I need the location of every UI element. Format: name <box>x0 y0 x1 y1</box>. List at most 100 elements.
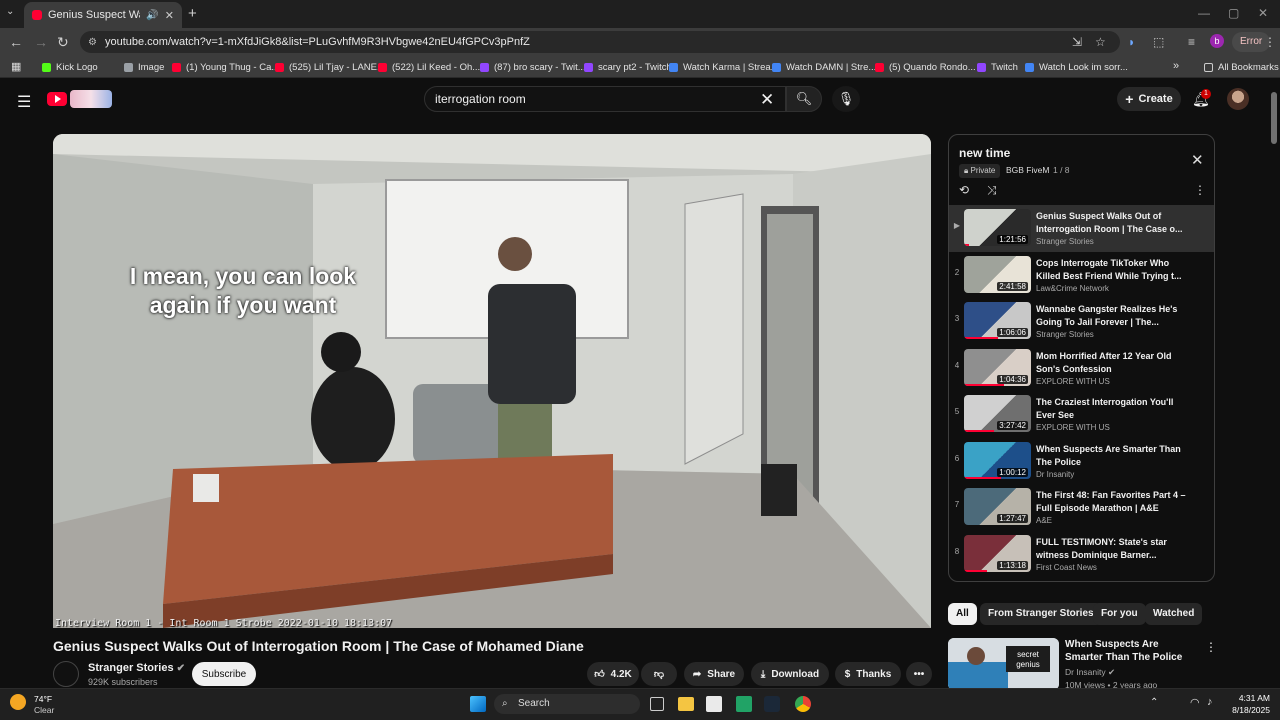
youtube-logo-icon[interactable] <box>47 92 67 106</box>
filter-chip[interactable]: From Stranger Stories <box>980 603 1102 625</box>
video-player[interactable]: I mean, you can look again if you want I… <box>53 134 931 628</box>
related-channel[interactable]: Dr Insanity ✔ <box>1065 667 1115 678</box>
chrome-icon[interactable] <box>795 696 811 712</box>
minimize-icon[interactable]: — <box>1198 6 1210 20</box>
extensions-icon[interactable]: ⬚ <box>1153 35 1164 49</box>
tab-list-icon[interactable]: ⌄ <box>6 6 14 17</box>
address-bar[interactable]: ⚙ youtube.com/watch?v=1-mXfdJiGk8&list=P… <box>80 31 1120 53</box>
back-icon[interactable]: ← <box>9 34 23 50</box>
bookmark-item[interactable]: (1) Young Thug - Ca... <box>172 56 279 78</box>
bookmark-item[interactable]: (522) Lil Keed - Oh... <box>378 56 480 78</box>
duration-badge: 3:27:42 <box>997 421 1028 430</box>
voice-search-button[interactable]: 🎙︎ <box>832 86 860 112</box>
bookmark-item[interactable]: Twitch <box>977 56 1018 78</box>
close-window-icon[interactable]: ✕ <box>1258 6 1268 20</box>
taskbar-search[interactable]: ⌕ Search <box>494 694 640 714</box>
like-button[interactable]: 👍︎ 4.2K <box>587 662 639 686</box>
start-icon[interactable] <box>470 696 486 712</box>
bookmark-item[interactable]: Watch DAMN | Stre... <box>772 56 876 78</box>
playlist-thumbnail[interactable]: 1:04:36 <box>964 348 1031 386</box>
reload-icon[interactable]: ↻ <box>57 34 69 51</box>
playlist-thumbnail[interactable]: 1:00:12 <box>964 441 1031 479</box>
media-controls-icon[interactable]: ≡ <box>1188 35 1195 49</box>
playlist-item[interactable]: 7 1:27:47 The First 48: Fan Favorites Part… <box>949 484 1214 531</box>
bookmark-item[interactable]: Watch Karma | Strea... <box>669 56 779 78</box>
playlist-title[interactable]: new time <box>959 146 1010 160</box>
bookmarks-overflow-icon[interactable]: » <box>1173 60 1179 72</box>
close-playlist-icon[interactable]: ✕ <box>1191 151 1204 169</box>
file-explorer-icon[interactable] <box>678 697 694 711</box>
wifi-icon[interactable]: ◠ <box>1190 696 1200 709</box>
bookmark-item[interactable]: (87) bro scary - Twit... <box>480 56 586 78</box>
related-thumbnail[interactable]: secret genius <box>948 638 1059 690</box>
bookmark-star-icon[interactable]: ☆ <box>1095 35 1106 49</box>
filter-chip[interactable]: All <box>948 603 977 625</box>
install-app-icon[interactable]: ⇲ <box>1072 35 1082 49</box>
more-actions-button[interactable]: ••• <box>906 662 932 686</box>
related-title[interactable]: When Suspects Are Smarter Than The Polic… <box>1065 638 1195 664</box>
youtube-doodle[interactable] <box>70 90 112 108</box>
all-bookmarks-folder[interactable]: All Bookmarks <box>1204 56 1279 78</box>
weather-icon[interactable] <box>10 694 26 710</box>
playlist-thumbnail[interactable]: 1:27:47 <box>964 488 1031 525</box>
bookmark-item[interactable]: Kick Logo <box>42 56 98 78</box>
playlist-item[interactable]: 3 1:06:06 Wannabe Gangster Realizes He's G… <box>949 298 1214 345</box>
subscribe-button[interactable]: Subscribe <box>192 662 256 686</box>
steam-icon[interactable] <box>764 696 780 712</box>
playlist-item[interactable]: 5 3:27:42 The Craziest Interrogation You'l… <box>949 391 1214 438</box>
extension-translate-icon[interactable]: ◗ <box>1128 35 1135 49</box>
tray-overflow-icon[interactable]: ⌃ <box>1150 697 1158 708</box>
clock-time[interactable]: 4:31 AM <box>1226 693 1270 703</box>
account-avatar[interactable] <box>1227 88 1249 110</box>
playlist-item[interactable]: 4 1:04:36 Mom Horrified After 12 Year Old … <box>949 345 1214 392</box>
volume-icon[interactable]: ♪ <box>1207 696 1213 708</box>
speaker-icon[interactable]: 🔊 <box>146 10 158 21</box>
hamburger-menu-icon[interactable]: ☰ <box>17 92 31 112</box>
site-info-icon[interactable]: ⚙ <box>88 37 97 48</box>
playlist-thumbnail[interactable]: 2:41:58 <box>964 255 1031 293</box>
create-button[interactable]: + Create <box>1117 87 1181 111</box>
forward-icon[interactable]: → <box>34 34 48 50</box>
tab-close-icon[interactable]: ✕ <box>165 9 174 22</box>
playlist-item[interactable]: 8 1:13:18 FULL TESTIMONY: State's star wit… <box>949 531 1214 578</box>
notion-icon[interactable] <box>706 696 722 712</box>
playlist-thumbnail[interactable]: 1:13:18 <box>964 534 1031 572</box>
thanks-button[interactable]: $ Thanks <box>835 662 901 686</box>
dislike-button[interactable]: 👎︎ <box>641 662 677 686</box>
maximize-icon[interactable]: ▢ <box>1228 6 1239 20</box>
page-scrollbar[interactable] <box>1271 92 1277 144</box>
bookmark-item[interactable]: Image <box>124 56 164 78</box>
search-button[interactable]: 🔍︎ <box>786 86 822 112</box>
loop-icon[interactable]: ⟲ <box>959 183 969 197</box>
channel-avatar[interactable] <box>53 661 79 687</box>
download-button[interactable]: ⤓ Download <box>751 662 829 686</box>
playlist-thumbnail[interactable]: 1:06:06 <box>964 302 1031 339</box>
related-menu-icon[interactable]: ⋮ <box>1205 640 1217 654</box>
playlist-owner[interactable]: BGB FiveM <box>1006 165 1049 175</box>
shuffle-icon[interactable]: ⤨ <box>987 183 997 198</box>
filter-chip[interactable]: Watched <box>1145 603 1203 625</box>
playlist-menu-icon[interactable]: ⋮ <box>1194 183 1206 197</box>
spreadsheet-icon[interactable] <box>736 696 752 712</box>
bookmark-item[interactable]: Watch Look im sorr... <box>1025 56 1128 78</box>
task-view-icon[interactable] <box>650 697 664 711</box>
bookmark-item[interactable]: (525) Lil Tjay - LANE... <box>275 56 385 78</box>
playlist-thumbnail[interactable]: 3:27:42 <box>964 395 1031 432</box>
playlist-item[interactable]: 6 1:00:12 When Suspects Are Smarter Than T… <box>949 438 1214 485</box>
filter-chip[interactable]: For you <box>1093 603 1146 625</box>
new-tab-button[interactable]: + <box>188 5 197 22</box>
playlist-item[interactable]: 2 2:41:58 Cops Interrogate TikToker Who Ki… <box>949 252 1214 299</box>
channel-name[interactable]: Stranger Stories ✔ <box>88 662 185 674</box>
clear-search-icon[interactable]: ✕ <box>760 90 774 110</box>
playlist-thumbnail[interactable]: 1:21:56 <box>964 209 1031 246</box>
search-input[interactable]: iterrogation room <box>424 86 786 112</box>
browser-menu-icon[interactable]: ⋮ <box>1264 35 1276 49</box>
browser-tab[interactable]: Genius Suspect Walks Out of 🔊 ✕ <box>24 2 182 28</box>
profile-avatar[interactable]: b <box>1210 34 1224 48</box>
bookmark-item[interactable]: scary pt2 - Twitch <box>584 56 672 78</box>
bookmark-item[interactable]: (5) Quando Rondo... <box>875 56 976 78</box>
clock-date[interactable]: 8/18/2025 <box>1216 705 1270 715</box>
apps-grid-icon[interactable]: ▦ <box>11 60 21 73</box>
share-button[interactable]: ➦ Share <box>684 662 744 686</box>
playlist-item[interactable]: ▶ 1:21:56 Genius Suspect Walks Out of Inte… <box>949 205 1214 252</box>
